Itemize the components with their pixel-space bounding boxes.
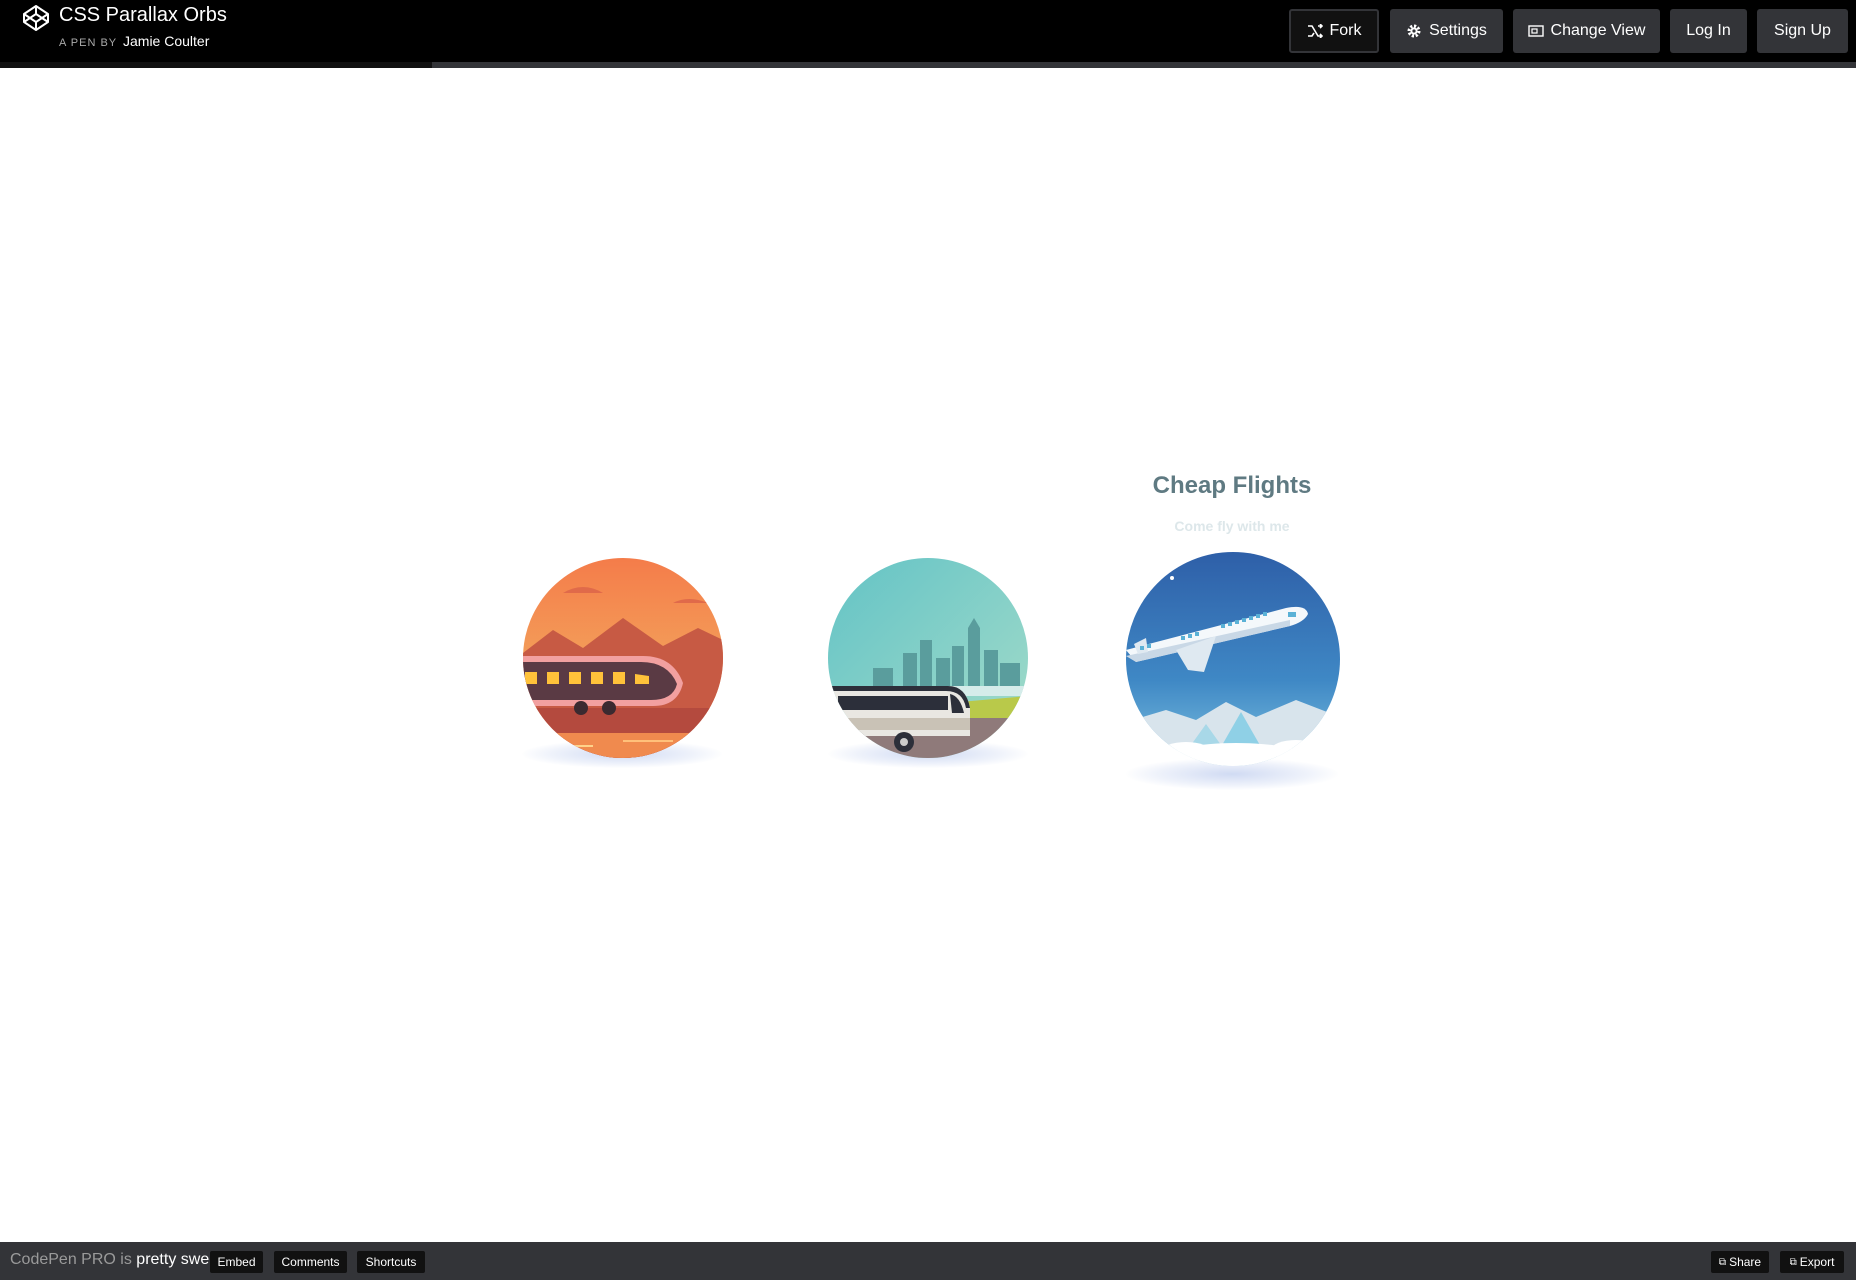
share-icon: ⧉	[1718, 1256, 1727, 1268]
export-label: Export	[1799, 1255, 1835, 1269]
codepen-logo-icon[interactable]	[22, 4, 50, 32]
export-button[interactable]: ⧉ Export	[1780, 1251, 1844, 1273]
result-preview: Cheap Flights Come fly with me	[0, 68, 1856, 1242]
gear-icon	[1406, 23, 1422, 39]
login-button[interactable]: Log In	[1670, 9, 1747, 53]
shortcuts-button[interactable]: Shortcuts	[357, 1251, 425, 1273]
login-label: Log In	[1686, 22, 1731, 39]
bus-orb[interactable]	[828, 558, 1028, 758]
fork-icon	[1307, 24, 1323, 38]
airplane-icon	[1126, 552, 1340, 766]
pen-header: CSS Parallax Orbs A PEN BY Jamie Coulter…	[0, 0, 1856, 68]
author-link[interactable]: Jamie Coulter	[123, 33, 209, 49]
comments-button[interactable]: Comments	[274, 1251, 347, 1273]
embed-label: Embed	[217, 1255, 256, 1269]
settings-label: Settings	[1429, 22, 1487, 39]
orb-title: Cheap Flights	[1152, 472, 1312, 499]
pro-promo-link[interactable]: CodePen PRO is pretty sweet.	[10, 1251, 227, 1269]
fork-button[interactable]: Fork	[1289, 9, 1379, 53]
signup-label: Sign Up	[1774, 22, 1831, 39]
settings-button[interactable]: Settings	[1390, 9, 1503, 53]
pen-title: CSS Parallax Orbs	[59, 4, 227, 26]
share-button[interactable]: ⧉ Share	[1711, 1251, 1769, 1273]
shortcuts-label: Shortcuts	[365, 1255, 417, 1269]
comments-label: Comments	[281, 1255, 340, 1269]
pen-byline: A PEN BY Jamie Coulter	[59, 33, 209, 49]
embed-button[interactable]: Embed	[210, 1251, 263, 1273]
byline-prefix: A PEN BY	[59, 37, 117, 49]
change-view-label: Change View	[1550, 22, 1646, 39]
promo-prefix: CodePen PRO is	[10, 1251, 132, 1268]
change-view-button[interactable]: Change View	[1513, 9, 1660, 53]
train-icon	[523, 558, 723, 758]
layout-icon	[1527, 24, 1544, 38]
pen-footer: CodePen PRO is pretty sweet. Embed Comme…	[0, 1242, 1856, 1280]
train-orb[interactable]	[523, 558, 723, 758]
signup-button[interactable]: Sign Up	[1757, 9, 1848, 53]
share-label: Share	[1729, 1255, 1762, 1269]
bus-icon	[828, 558, 1028, 758]
orb-subtitle: Come fly with me	[1174, 518, 1290, 534]
fork-label: Fork	[1329, 22, 1362, 39]
plane-orb[interactable]	[1126, 552, 1340, 766]
export-icon: ⧉	[1789, 1256, 1797, 1268]
